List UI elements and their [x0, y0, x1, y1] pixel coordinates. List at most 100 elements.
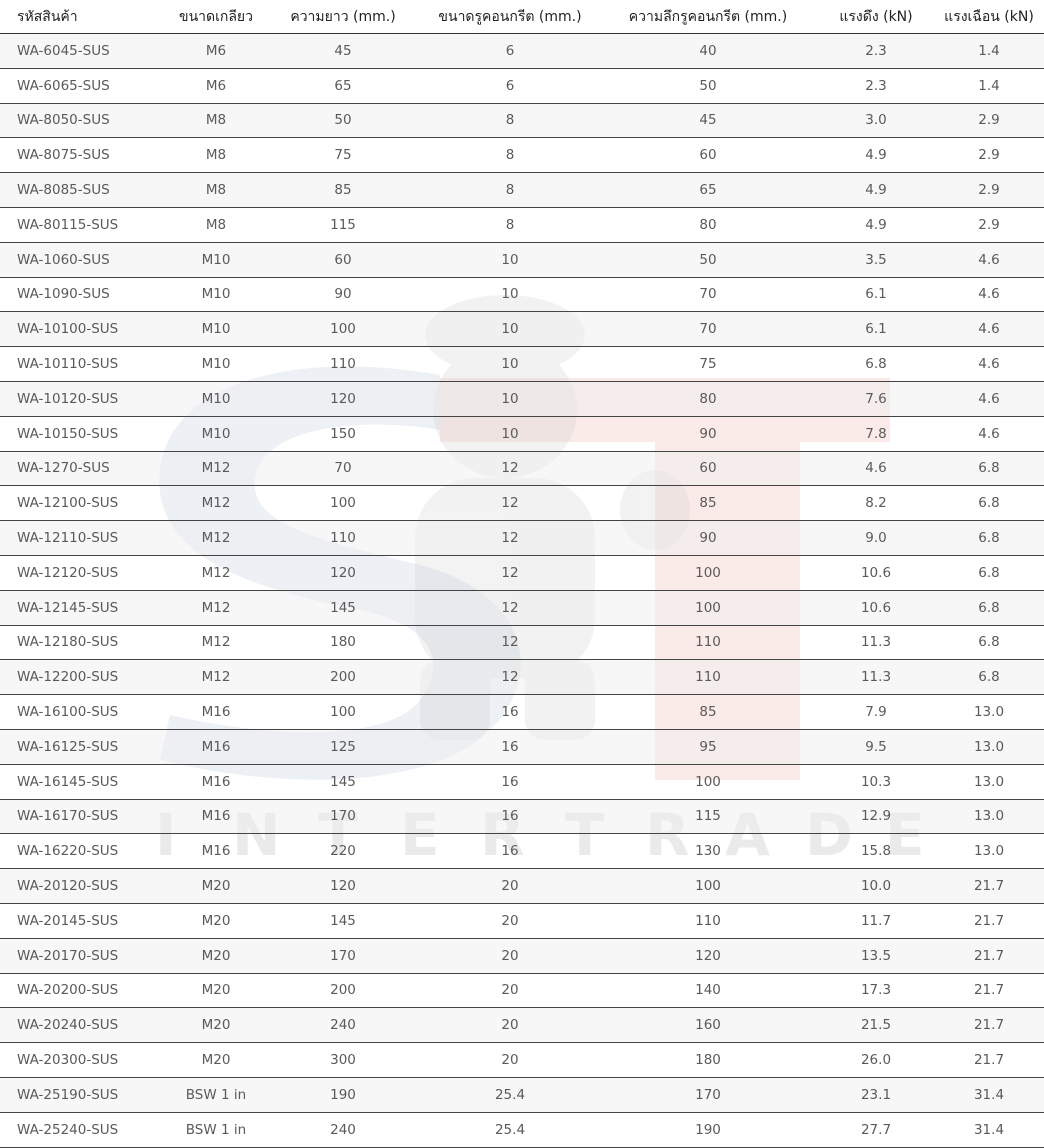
- cell-thread-size: M20: [168, 903, 264, 939]
- cell-hole-depth: 65: [598, 172, 818, 208]
- cell-tensile-load: 10.3: [818, 764, 934, 800]
- cell-product-code: WA-10150-SUS: [0, 416, 168, 452]
- cell-shear-load: 4.6: [934, 242, 1044, 278]
- cell-thread-size: M12: [168, 659, 264, 696]
- cell-tensile-load: 4.9: [818, 137, 934, 174]
- cell-product-code: WA-16100-SUS: [0, 694, 168, 730]
- table-row: WA-80115-SUS M8 115 8 80 4.9 2.9: [0, 207, 1044, 243]
- cell-thread-size: M20: [168, 868, 264, 904]
- table-row: WA-8075-SUS M8 75 8 60 4.9 2.9: [0, 137, 1044, 174]
- cell-hole-depth: 110: [598, 903, 818, 939]
- cell-thread-size: M8: [168, 137, 264, 174]
- cell-hole-diameter: 12: [422, 590, 598, 626]
- cell-product-code: WA-16145-SUS: [0, 764, 168, 800]
- cell-product-code: WA-80115-SUS: [0, 207, 168, 243]
- cell-shear-load: 2.9: [934, 137, 1044, 174]
- cell-hole-diameter: 12: [422, 659, 598, 696]
- cell-hole-depth: 50: [598, 242, 818, 278]
- cell-product-code: WA-12145-SUS: [0, 590, 168, 626]
- cell-shear-load: 6.8: [934, 659, 1044, 696]
- table-row: WA-12110-SUS M12 110 12 90 9.0 6.8: [0, 520, 1044, 556]
- cell-thread-size: M12: [168, 590, 264, 626]
- cell-hole-diameter: 6: [422, 33, 598, 69]
- cell-length: 125: [264, 729, 422, 765]
- cell-tensile-load: 13.5: [818, 938, 934, 974]
- cell-hole-diameter: 10: [422, 311, 598, 348]
- cell-tensile-load: 21.5: [818, 1007, 934, 1044]
- cell-hole-diameter: 10: [422, 242, 598, 278]
- table-header-row: รหัสสินค้า ขนาดเกลียว ความยาว (mm.) ขนาด…: [0, 0, 1044, 34]
- table-row: WA-12100-SUS M12 100 12 85 8.2 6.8: [0, 485, 1044, 522]
- cell-hole-depth: 60: [598, 451, 818, 487]
- cell-shear-load: 2.9: [934, 172, 1044, 208]
- cell-hole-depth: 90: [598, 416, 818, 452]
- header-hole-diameter: ขนาดรูคอนกรีต (mm.): [422, 0, 598, 34]
- cell-length: 100: [264, 311, 422, 348]
- cell-hole-depth: 180: [598, 1042, 818, 1078]
- cell-product-code: WA-20145-SUS: [0, 903, 168, 939]
- cell-length: 115: [264, 207, 422, 243]
- cell-hole-diameter: 10: [422, 346, 598, 382]
- cell-tensile-load: 7.8: [818, 416, 934, 452]
- cell-length: 170: [264, 799, 422, 835]
- header-length: ความยาว (mm.): [264, 0, 422, 34]
- product-spec-table: รหัสสินค้า ขนาดเกลียว ความยาว (mm.) ขนาด…: [0, 0, 1044, 1148]
- cell-hole-diameter: 16: [422, 764, 598, 800]
- cell-tensile-load: 12.9: [818, 799, 934, 835]
- cell-hole-diameter: 8: [422, 137, 598, 174]
- cell-hole-diameter: 8: [422, 172, 598, 208]
- table-row: WA-20120-SUS M20 120 20 100 10.0 21.7: [0, 868, 1044, 904]
- cell-hole-diameter: 10: [422, 381, 598, 417]
- cell-thread-size: M16: [168, 694, 264, 730]
- cell-shear-load: 21.7: [934, 938, 1044, 974]
- cell-length: 200: [264, 973, 422, 1009]
- cell-tensile-load: 11.7: [818, 903, 934, 939]
- cell-length: 170: [264, 938, 422, 974]
- cell-thread-size: M8: [168, 172, 264, 208]
- cell-length: 120: [264, 555, 422, 591]
- table-row: WA-8050-SUS M8 50 8 45 3.0 2.9: [0, 103, 1044, 139]
- cell-hole-depth: 70: [598, 311, 818, 348]
- cell-hole-diameter: 16: [422, 694, 598, 730]
- cell-product-code: WA-8050-SUS: [0, 103, 168, 139]
- cell-hole-depth: 100: [598, 764, 818, 800]
- cell-shear-load: 21.7: [934, 973, 1044, 1009]
- cell-shear-load: 4.6: [934, 381, 1044, 417]
- cell-shear-load: 6.8: [934, 590, 1044, 626]
- cell-product-code: WA-16220-SUS: [0, 833, 168, 870]
- cell-product-code: WA-10120-SUS: [0, 381, 168, 417]
- cell-shear-load: 1.4: [934, 33, 1044, 69]
- cell-thread-size: M12: [168, 555, 264, 591]
- table-row: WA-10110-SUS M10 110 10 75 6.8 4.6: [0, 346, 1044, 382]
- cell-thread-size: M16: [168, 799, 264, 835]
- cell-hole-diameter: 10: [422, 416, 598, 452]
- cell-shear-load: 21.7: [934, 868, 1044, 904]
- table-row: WA-6045-SUS M6 45 6 40 2.3 1.4: [0, 33, 1044, 69]
- cell-length: 120: [264, 381, 422, 417]
- cell-product-code: WA-1090-SUS: [0, 277, 168, 313]
- cell-length: 70: [264, 451, 422, 487]
- table-row: WA-25190-SUS BSW 1 in 190 25.4 170 23.1 31.4: [0, 1077, 1044, 1113]
- cell-length: 145: [264, 903, 422, 939]
- cell-length: 145: [264, 590, 422, 626]
- cell-hole-depth: 80: [598, 381, 818, 417]
- cell-length: 100: [264, 694, 422, 730]
- cell-length: 200: [264, 659, 422, 696]
- cell-thread-size: M10: [168, 311, 264, 348]
- cell-product-code: WA-20170-SUS: [0, 938, 168, 974]
- table-row: WA-12145-SUS M12 145 12 100 10.6 6.8: [0, 590, 1044, 626]
- cell-shear-load: 13.0: [934, 833, 1044, 870]
- cell-shear-load: 13.0: [934, 729, 1044, 765]
- cell-product-code: WA-1270-SUS: [0, 451, 168, 487]
- cell-hole-depth: 75: [598, 346, 818, 382]
- cell-tensile-load: 27.7: [818, 1112, 934, 1148]
- cell-thread-size: M20: [168, 1042, 264, 1078]
- cell-product-code: WA-12110-SUS: [0, 520, 168, 556]
- cell-thread-size: M8: [168, 207, 264, 243]
- cell-hole-depth: 100: [598, 868, 818, 904]
- cell-tensile-load: 6.1: [818, 311, 934, 348]
- table-row: WA-20300-SUS M20 300 20 180 26.0 21.7: [0, 1042, 1044, 1078]
- cell-thread-size: M10: [168, 381, 264, 417]
- cell-shear-load: 4.6: [934, 311, 1044, 348]
- cell-hole-depth: 120: [598, 938, 818, 974]
